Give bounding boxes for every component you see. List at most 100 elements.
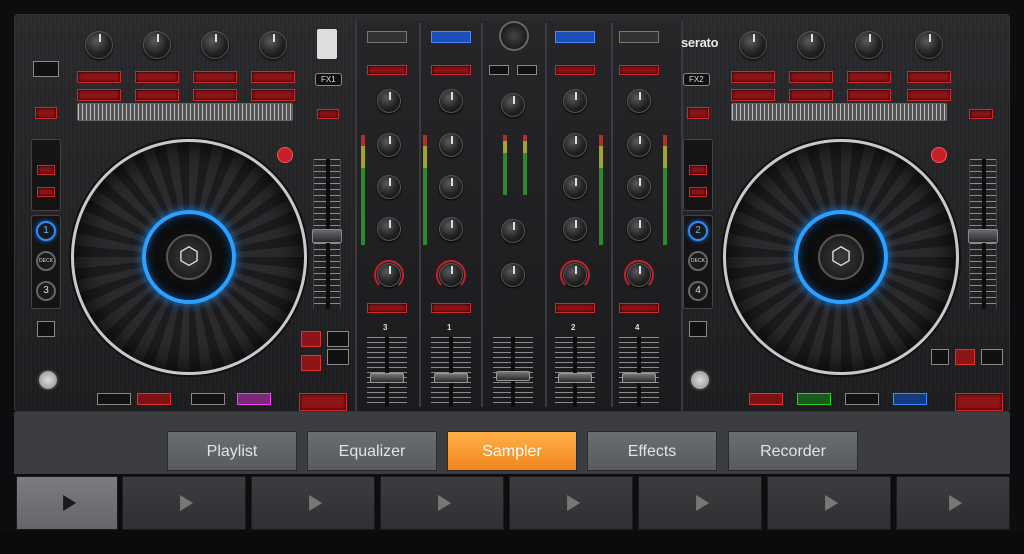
ch4-hi-knob[interactable] [627, 133, 651, 157]
booth-monitor-knob[interactable] [501, 219, 525, 243]
right-deck-4-button[interactable]: 4 [688, 281, 708, 301]
fx1-knob-3[interactable] [201, 31, 229, 59]
left-censor-button[interactable] [35, 107, 57, 119]
sampler-slot-4[interactable] [380, 476, 504, 530]
right-deck-2-button[interactable]: 2 [688, 221, 708, 241]
fx1-button-1[interactable] [77, 71, 121, 83]
ch1-filter-knob[interactable] [436, 260, 466, 290]
ch1-low-knob[interactable] [439, 217, 463, 241]
fx1-button-2[interactable] [135, 71, 179, 83]
fx1-button-4[interactable] [77, 89, 121, 101]
left-cue-button[interactable] [301, 331, 321, 347]
sampler-volume-handle[interactable] [496, 371, 530, 381]
right-cue-button[interactable] [955, 349, 975, 365]
fx1-button-7[interactable] [251, 89, 295, 101]
tab-sampler[interactable]: Sampler [447, 431, 577, 471]
right-shift-button[interactable] [689, 321, 707, 337]
left-pad-slicer[interactable] [191, 393, 225, 405]
right-play-pause-button[interactable] [981, 349, 1003, 365]
prepare-button[interactable] [517, 65, 537, 75]
ch2-cue-button[interactable] [555, 303, 595, 313]
right-play-round-button[interactable] [689, 369, 711, 391]
left-shift-button[interactable] [37, 321, 55, 337]
fx2-knob-1[interactable] [739, 31, 767, 59]
right-jog-wheel[interactable]: ⬡ [723, 139, 959, 375]
fx2-button-1[interactable] [731, 71, 775, 83]
ch3-fader-handle[interactable] [370, 373, 404, 383]
ch2-mid-knob[interactable] [563, 175, 587, 199]
left-pad-sampler[interactable] [237, 393, 271, 405]
sampler-slot-3[interactable] [251, 476, 375, 530]
master-level-adjust-knob[interactable] [501, 93, 525, 117]
ch1-cue-button[interactable] [431, 303, 471, 313]
left-jog-wheel[interactable]: ⬡ [71, 139, 307, 375]
ch1-hi-knob[interactable] [439, 133, 463, 157]
fx1-button-6[interactable] [193, 89, 237, 101]
tab-equalizer[interactable]: Equalizer [307, 431, 437, 471]
fx1-button-5[interactable] [135, 89, 179, 101]
back-button[interactable] [489, 65, 509, 75]
sampler-slot-2[interactable] [122, 476, 246, 530]
fx1-button-3[interactable] [193, 71, 237, 83]
ch1-mid-knob[interactable] [439, 175, 463, 199]
right-sync-button[interactable] [931, 349, 949, 365]
right-needle-search[interactable] [731, 103, 947, 121]
sampler-slot-5[interactable] [509, 476, 633, 530]
ch1-fader[interactable] [431, 337, 471, 407]
fx1-tap-button[interactable] [251, 71, 295, 83]
ch4-low-knob[interactable] [627, 217, 651, 241]
left-needle-search[interactable] [77, 103, 293, 121]
fx1-beats-knob[interactable] [259, 31, 287, 59]
left-play-pause-button[interactable] [327, 349, 349, 365]
sampler-slot-7[interactable] [767, 476, 891, 530]
fx2-button-5[interactable] [789, 89, 833, 101]
left-grid-adjust-button[interactable] [37, 165, 55, 175]
sampler-slot-1[interactable] [16, 476, 118, 530]
headphones-mix-knob[interactable] [501, 263, 525, 287]
right-pad-sampler[interactable] [893, 393, 927, 405]
fx2-button-4[interactable] [731, 89, 775, 101]
right-slip-button[interactable] [931, 147, 947, 163]
ch4-trim-knob[interactable] [627, 89, 651, 113]
ch3-cue-button[interactable] [367, 303, 407, 313]
ch4-fader[interactable] [619, 337, 659, 407]
ch2-hi-knob[interactable] [563, 133, 587, 157]
fx1-knob-1[interactable] [85, 31, 113, 59]
right-loop-button[interactable] [955, 393, 1003, 411]
right-deck-toggle-button[interactable]: DECK [688, 251, 708, 271]
left-start-button[interactable] [327, 331, 349, 347]
panel-select-button[interactable] [33, 61, 59, 77]
tab-playlist[interactable]: Playlist [167, 431, 297, 471]
left-play-round-button[interactable] [37, 369, 59, 391]
fx2-tap-button[interactable] [907, 71, 951, 83]
ch3-mid-knob[interactable] [377, 175, 401, 199]
tab-effects[interactable]: Effects [587, 431, 717, 471]
right-pad-hotcue[interactable] [749, 393, 783, 405]
ch2-fader[interactable] [555, 337, 595, 407]
ch1-fx-button[interactable] [431, 65, 471, 75]
ch4-mid-knob[interactable] [627, 175, 651, 199]
right-censor-button[interactable] [687, 107, 709, 119]
fx1-assign-button[interactable] [317, 109, 339, 119]
ch4-fader-handle[interactable] [622, 373, 656, 383]
fx2-knob-2[interactable] [797, 31, 825, 59]
right-grid-slide-button[interactable] [689, 187, 707, 197]
left-pad-roll[interactable] [137, 393, 171, 405]
right-pad-slicer[interactable] [845, 393, 879, 405]
fx1-knob-2[interactable] [143, 31, 171, 59]
left-deck-toggle-button[interactable]: DECK [36, 251, 56, 271]
ch2-fx-button[interactable] [555, 65, 595, 75]
sampler-slot-8[interactable] [896, 476, 1010, 530]
ch3-low-knob[interactable] [377, 217, 401, 241]
ch2-trim-knob[interactable] [563, 89, 587, 113]
left-grid-slide-button[interactable] [37, 187, 55, 197]
ch3-fader[interactable] [367, 337, 407, 407]
sampler-slot-6[interactable] [638, 476, 762, 530]
left-pad-hotcue[interactable] [97, 393, 131, 405]
fx2-button-7[interactable] [907, 89, 951, 101]
ch3-filter-knob[interactable] [374, 260, 404, 290]
left-deck-3-button[interactable]: 3 [36, 281, 56, 301]
ch2-filter-knob[interactable] [560, 260, 590, 290]
master-level-knob[interactable] [499, 21, 529, 51]
ch1-trim-knob[interactable] [439, 89, 463, 113]
